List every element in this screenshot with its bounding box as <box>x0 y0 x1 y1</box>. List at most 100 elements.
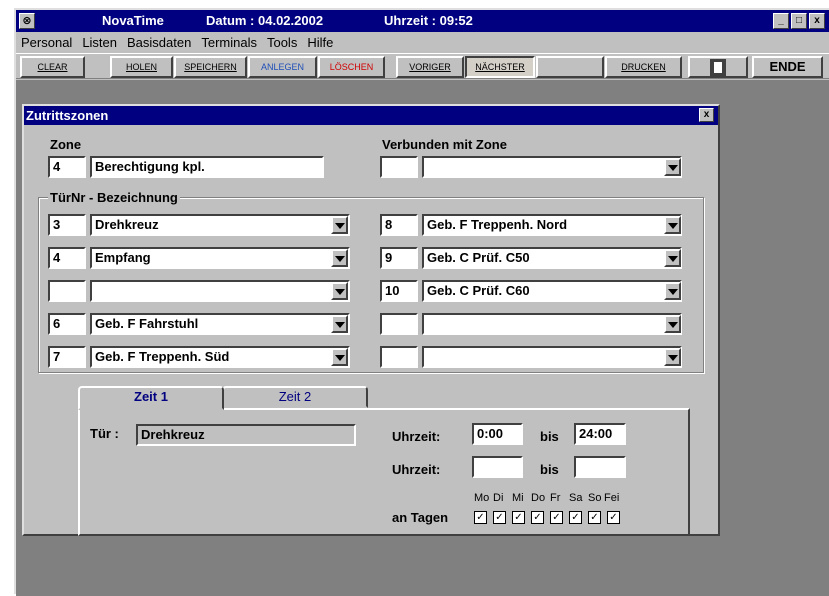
door-dropdown-button[interactable] <box>331 249 348 267</box>
door-value-field: Drehkreuz <box>136 424 356 446</box>
time2-bis-label: bis <box>540 462 559 477</box>
system-menu-icon[interactable]: ⊗ <box>19 13 35 29</box>
blank-toolbar-button[interactable] <box>536 56 604 78</box>
day-label: Fr <box>550 492 561 504</box>
door-name-field[interactable]: Geb. C Prüf. C60 <box>422 280 682 302</box>
door-dropdown-button[interactable] <box>664 216 681 234</box>
title-bar: ⊗ NovaTime Datum : 04.02.2002 Uhrzeit : … <box>16 10 829 32</box>
day-label: Mi <box>512 492 524 504</box>
menu-tools[interactable]: Tools <box>262 35 302 50</box>
doors-group-label: TürNr - Bezeichnung <box>48 190 180 205</box>
menu-hilfe[interactable]: Hilfe <box>302 35 338 50</box>
door-dropdown-button[interactable] <box>331 282 348 300</box>
ende-button[interactable]: ENDE <box>752 56 823 78</box>
door-name-field[interactable]: Geb. F Treppenh. Nord <box>422 214 682 236</box>
maximize-button[interactable]: □ <box>791 13 807 29</box>
tab-zeit-2[interactable]: Zeit 2 <box>222 386 368 408</box>
door-number-field[interactable] <box>380 313 418 335</box>
door-dropdown-button[interactable] <box>664 249 681 267</box>
time2-from-field[interactable] <box>472 456 523 478</box>
app-window: ⊗ NovaTime Datum : 04.02.2002 Uhrzeit : … <box>14 8 829 596</box>
anlegen-button[interactable]: ANLEGEN <box>248 56 317 78</box>
door-number-field[interactable]: 6 <box>48 313 86 335</box>
door-name-field[interactable]: Geb. F Treppenh. Süd <box>90 346 350 368</box>
door-dropdown-button[interactable] <box>664 315 681 333</box>
speichern-button[interactable]: SPEICHERN <box>174 56 247 78</box>
day-checkbox[interactable]: ✓ <box>607 511 620 524</box>
app-name: NovaTime <box>102 13 164 28</box>
linked-zone-label: Verbunden mit Zone <box>382 137 507 152</box>
door-name-field[interactable]: Geb. C Prüf. C50 <box>422 247 682 269</box>
minimize-button[interactable]: _ <box>773 13 789 29</box>
day-label: Sa <box>569 492 583 504</box>
day-label: So <box>588 492 602 504</box>
toolbar: CLEAR HOLEN SPEICHERN ANLEGEN LÖSCHEN VO… <box>16 53 829 79</box>
time1-label: Uhrzeit: <box>392 429 441 444</box>
day-checkbox[interactable]: ✓ <box>550 511 563 524</box>
day-label: Do <box>531 492 546 504</box>
tab-zeit-1[interactable]: Zeit 1 <box>78 386 224 410</box>
door-number-field[interactable]: 4 <box>48 247 86 269</box>
days-label: an Tagen <box>392 510 449 525</box>
menu-basisdaten[interactable]: Basisdaten <box>122 35 196 50</box>
time2-to-field[interactable] <box>574 456 626 478</box>
day-checkbox[interactable]: ✓ <box>493 511 506 524</box>
day-checkbox[interactable]: ✓ <box>474 511 487 524</box>
close-button[interactable]: x <box>809 13 825 29</box>
day-checkbox[interactable]: ✓ <box>512 511 525 524</box>
dialog-close-button[interactable]: x <box>699 108 714 122</box>
door-dropdown-button[interactable] <box>331 216 348 234</box>
day-checkbox[interactable]: ✓ <box>531 511 544 524</box>
door-name-field[interactable]: Empfang <box>90 247 350 269</box>
door-exit-icon <box>710 59 726 76</box>
door-name-field[interactable] <box>422 313 682 335</box>
zone-label: Zone <box>50 137 82 152</box>
door-number-field[interactable]: 9 <box>380 247 418 269</box>
door-number-field[interactable]: 10 <box>380 280 418 302</box>
day-checkbox[interactable]: ✓ <box>569 511 582 524</box>
door-label: Tür : <box>90 426 119 441</box>
dialog-title-text: Zutrittszonen <box>26 108 109 123</box>
clear-button[interactable]: CLEAR <box>20 56 85 78</box>
exit-button[interactable] <box>688 56 748 78</box>
holen-button[interactable]: HOLEN <box>110 56 173 78</box>
day-label: Di <box>493 492 504 504</box>
day-label: Mo <box>474 492 490 504</box>
door-dropdown-button[interactable] <box>664 348 681 366</box>
day-checkbox[interactable]: ✓ <box>588 511 601 524</box>
door-name-field[interactable] <box>90 280 350 302</box>
zutrittszonen-dialog: Zutrittszonen x Zone 4 Berechtigung kpl.… <box>22 104 720 536</box>
door-number-field[interactable] <box>380 346 418 368</box>
naechster-button[interactable]: NÄCHSTER <box>465 56 535 78</box>
time1-from-field[interactable]: 0:00 <box>472 423 523 445</box>
dialog-title: Zutrittszonen x <box>24 106 718 125</box>
zone-number-field[interactable]: 4 <box>48 156 86 178</box>
door-name-field[interactable] <box>422 346 682 368</box>
door-number-field[interactable] <box>48 280 86 302</box>
menu-bar: Personal Listen Basisdaten Terminals Too… <box>16 32 829 52</box>
door-number-field[interactable]: 8 <box>380 214 418 236</box>
time1-bis-label: bis <box>540 429 559 444</box>
door-name-field[interactable]: Geb. F Fahrstuhl <box>90 313 350 335</box>
linked-zone-name-field[interactable] <box>422 156 682 178</box>
door-dropdown-button[interactable] <box>331 315 348 333</box>
zone-name-field[interactable]: Berechtigung kpl. <box>90 156 324 178</box>
menu-listen[interactable]: Listen <box>77 35 122 50</box>
door-name-field[interactable]: Drehkreuz <box>90 214 350 236</box>
menu-personal[interactable]: Personal <box>16 35 77 50</box>
time1-to-field[interactable]: 24:00 <box>574 423 626 445</box>
door-number-field[interactable]: 3 <box>48 214 86 236</box>
linked-zone-number-field[interactable] <box>380 156 418 178</box>
door-dropdown-button[interactable] <box>331 348 348 366</box>
door-number-field[interactable]: 7 <box>48 346 86 368</box>
door-dropdown-button[interactable] <box>664 282 681 300</box>
menu-terminals[interactable]: Terminals <box>196 35 262 50</box>
time-label: Uhrzeit : 09:52 <box>384 13 473 28</box>
loeschen-button[interactable]: LÖSCHEN <box>318 56 385 78</box>
day-label: Fei <box>604 492 620 504</box>
voriger-button[interactable]: VORIGER <box>396 56 464 78</box>
time2-label: Uhrzeit: <box>392 462 441 477</box>
linked-zone-dropdown-button[interactable] <box>664 158 681 176</box>
drucken-button[interactable]: DRUCKEN <box>605 56 682 78</box>
date-label: Datum : 04.02.2002 <box>206 13 324 28</box>
